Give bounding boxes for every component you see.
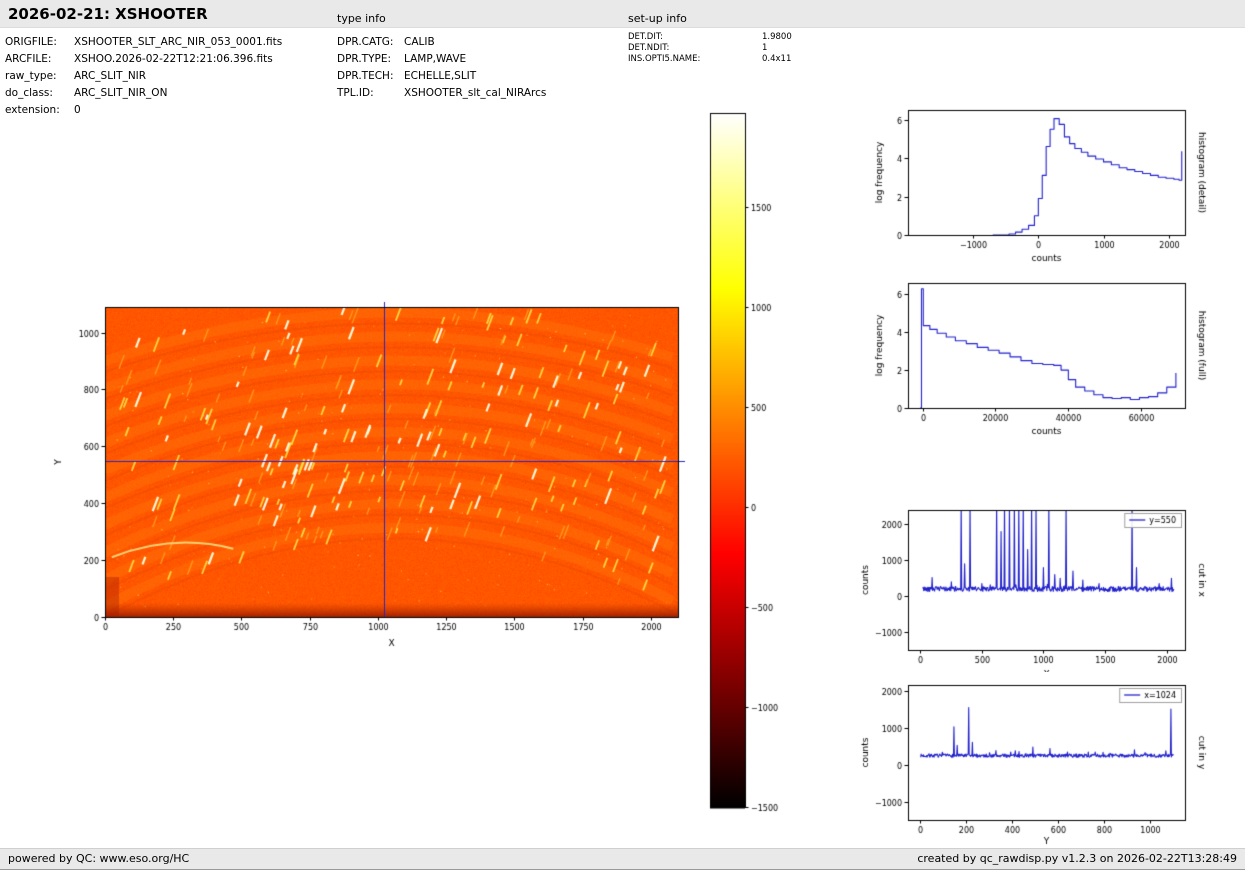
meta-label: TPL.ID: [337, 87, 374, 99]
meta-value: 1.9800 [762, 32, 792, 42]
setup-info-block: DET.DIT: 1.9800 DET.NDIT: 1 INS.OPTI5.NAME… [628, 32, 792, 65]
meta-label: ORIGFILE: [5, 36, 57, 48]
histogram-full-plot [855, 273, 1245, 445]
setup-info-section-label: set-up info [628, 12, 687, 25]
page-title: 2026-02-21: XSHOOTER [8, 5, 208, 23]
meta-row-detdit: DET.DIT: 1.9800 [628, 32, 792, 43]
cut-in-x-plot [855, 500, 1245, 672]
meta-label: DPR.TYPE: [337, 53, 392, 65]
meta-label: ARCFILE: [5, 53, 52, 65]
meta-label: do_class: [5, 87, 53, 99]
colorbar [698, 104, 810, 820]
header-bar: 2026-02-21: XSHOOTER type info set-up in… [0, 0, 1245, 28]
detector-image-plot [40, 292, 700, 667]
meta-row-arcfile: ARCFILE: XSHOO.2026-02-22T12:21:06.396.fi… [5, 51, 282, 68]
file-info-block: ORIGFILE: XSHOOTER_SLT_ARC_NIR_053_0001.f… [5, 34, 282, 119]
qc-report-page: 2026-02-21: XSHOOTER type info set-up in… [0, 0, 1245, 870]
meta-value: 0 [74, 104, 81, 116]
meta-row-extension: extension: 0 [5, 102, 282, 119]
meta-value: XSHOO.2026-02-22T12:21:06.396.fits [74, 53, 273, 65]
meta-label: DPR.CATG: [337, 36, 394, 48]
meta-row-dprtype: DPR.TYPE: LAMP,WAVE [337, 51, 546, 68]
meta-label: DET.DIT: [628, 32, 663, 42]
meta-row-tplid: TPL.ID: XSHOOTER_slt_cal_NIRArcs [337, 85, 546, 102]
meta-value: LAMP,WAVE [404, 53, 467, 65]
type-info-block: DPR.CATG: CALIB DPR.TYPE: LAMP,WAVE DPR.TE… [337, 34, 546, 102]
meta-value: 1 [762, 43, 768, 53]
meta-row-rawtype: raw_type: ARC_SLIT_NIR [5, 68, 282, 85]
meta-label: INS.OPTI5.NAME: [628, 54, 701, 64]
meta-label: DPR.TECH: [337, 70, 394, 82]
meta-value: CALIB [404, 36, 435, 48]
meta-label: raw_type: [5, 70, 57, 82]
meta-row-dprcatg: DPR.CATG: CALIB [337, 34, 546, 51]
footer-created-by: created by qc_rawdisp.py v1.2.3 on 2026-… [917, 852, 1237, 865]
type-info-section-label: type info [337, 12, 386, 25]
meta-value: ARC_SLIT_NIR [74, 70, 147, 82]
meta-label: extension: [5, 104, 60, 116]
meta-row-origfile: ORIGFILE: XSHOOTER_SLT_ARC_NIR_053_0001.f… [5, 34, 282, 51]
meta-row-doclass: do_class: ARC_SLIT_NIR_ON [5, 85, 282, 102]
meta-row-dprtech: DPR.TECH: ECHELLE,SLIT [337, 68, 546, 85]
histogram-detail-plot [855, 100, 1245, 272]
meta-label: DET.NDIT: [628, 43, 670, 53]
footer-powered-by: powered by QC: www.eso.org/HC [8, 852, 190, 865]
meta-value: XSHOOTER_slt_cal_NIRArcs [404, 87, 547, 99]
meta-row-detndit: DET.NDIT: 1 [628, 43, 792, 54]
footer-bar: powered by QC: www.eso.org/HC created by… [0, 848, 1245, 870]
cut-in-y-plot [855, 672, 1245, 848]
meta-value: ECHELLE,SLIT [404, 70, 477, 82]
meta-value: XSHOOTER_SLT_ARC_NIR_053_0001.fits [74, 36, 283, 48]
meta-row-insopti5: INS.OPTI5.NAME: 0.4x11 [628, 54, 792, 65]
meta-value: 0.4x11 [762, 54, 792, 64]
meta-value: ARC_SLIT_NIR_ON [74, 87, 168, 99]
